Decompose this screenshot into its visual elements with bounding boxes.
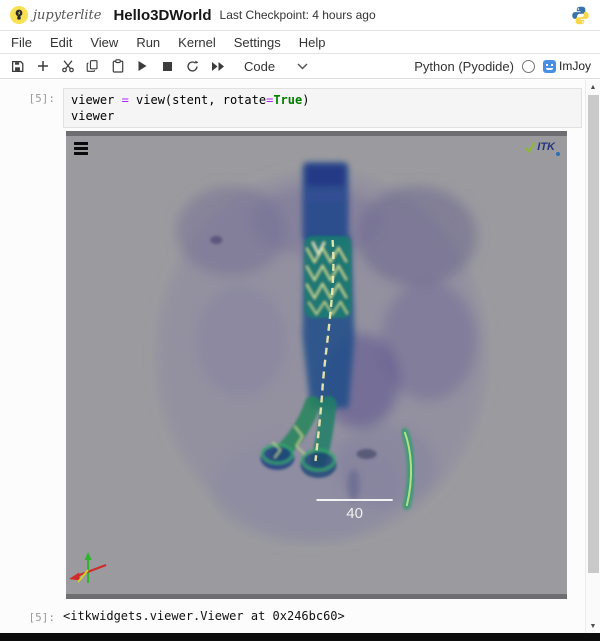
cell-type-dropdown[interactable]: Code [244, 59, 308, 74]
restart-kernel-button[interactable] [180, 56, 205, 77]
run-all-button[interactable] [205, 56, 230, 77]
scrollbar-thumb[interactable] [588, 95, 599, 573]
scissors-icon [61, 59, 75, 73]
menu-edit[interactable]: Edit [41, 33, 81, 52]
itk-logo-text: ITK [537, 141, 555, 153]
python-icon [570, 5, 591, 26]
menu-kernel[interactable]: Kernel [169, 33, 225, 52]
itk-leaf-icon [524, 141, 536, 153]
itk-logo-dot [556, 152, 560, 156]
kernel-name[interactable]: Python (Pyodide) [414, 59, 514, 74]
hamburger-icon [74, 142, 88, 145]
output-prompt: [5]: [0, 607, 63, 624]
imjoy-icon [543, 60, 556, 73]
vertical-scrollbar[interactable]: ▲ ▼ [585, 80, 600, 633]
add-cell-button[interactable] [30, 56, 55, 77]
save-icon [11, 60, 24, 73]
cell-type-value: Code [244, 59, 275, 74]
output-repr: <itkwidgets.viewer.Viewer at 0x246bc60> [63, 607, 345, 624]
output-row: [5]: <itkwidgets.viewer.Viewer at 0x246b… [0, 607, 585, 624]
notebook-area: [5]: viewer = view(stent, rotate=True) v… [0, 80, 585, 633]
scale-bar [317, 499, 393, 501]
jupyterlite-bulb-icon [9, 5, 29, 25]
code-line-2: viewer [71, 108, 574, 124]
itk-logo: ITK [524, 141, 560, 156]
menu-file[interactable]: File [2, 33, 41, 52]
run-cell-button[interactable] [130, 56, 155, 77]
save-button[interactable] [5, 56, 30, 77]
scale-bar-label: 40 [346, 505, 363, 522]
bottom-bar [0, 633, 600, 641]
scroll-down-arrow-icon[interactable]: ▼ [586, 619, 600, 633]
menu-help[interactable]: Help [290, 33, 335, 52]
fast-forward-icon [211, 61, 225, 72]
scroll-up-arrow-icon[interactable]: ▲ [586, 80, 600, 94]
jupyterlite-logo-text: jupyterlite [33, 8, 101, 23]
imjoy-button[interactable]: ImJoy [543, 59, 591, 73]
paste-cell-button[interactable] [105, 56, 130, 77]
viewer-menu-button[interactable] [74, 142, 88, 157]
copy-icon [86, 59, 99, 73]
notebook-title[interactable]: Hello3DWorld [113, 7, 211, 24]
restart-icon [186, 60, 199, 73]
menu-settings[interactable]: Settings [225, 33, 290, 52]
menu-view[interactable]: View [81, 33, 127, 52]
jupyterlite-logo[interactable]: jupyterlite [9, 5, 101, 25]
chevron-down-icon [297, 63, 308, 70]
copy-cell-button[interactable] [80, 56, 105, 77]
menu-run[interactable]: Run [127, 33, 169, 52]
itk-viewer-canvas[interactable]: ITK [66, 131, 567, 599]
volume-rendering: 40 [66, 136, 567, 594]
stop-icon [163, 62, 172, 71]
interrupt-kernel-button[interactable] [155, 56, 180, 77]
plus-icon [37, 60, 49, 72]
menubar: File Edit View Run Kernel Settings Help [0, 31, 600, 54]
code-line-1: viewer = view(stent, rotate=True) [71, 92, 574, 108]
kernel-status-indicator[interactable] [522, 60, 535, 73]
code-input[interactable]: viewer = view(stent, rotate=True) viewer [63, 88, 582, 128]
input-prompt: [5]: [0, 88, 63, 128]
play-icon [137, 60, 148, 72]
checkpoint-status: Last Checkpoint: 4 hours ago [220, 8, 376, 22]
code-cell: [5]: viewer = view(stent, rotate=True) v… [0, 88, 582, 128]
imjoy-label: ImJoy [559, 59, 591, 73]
notebook-toolbar: Code Python (Pyodide) ImJoy [0, 54, 600, 79]
header: jupyterlite Hello3DWorld Last Checkpoint… [0, 0, 600, 31]
cut-cell-button[interactable] [55, 56, 80, 77]
paste-icon [112, 59, 124, 73]
